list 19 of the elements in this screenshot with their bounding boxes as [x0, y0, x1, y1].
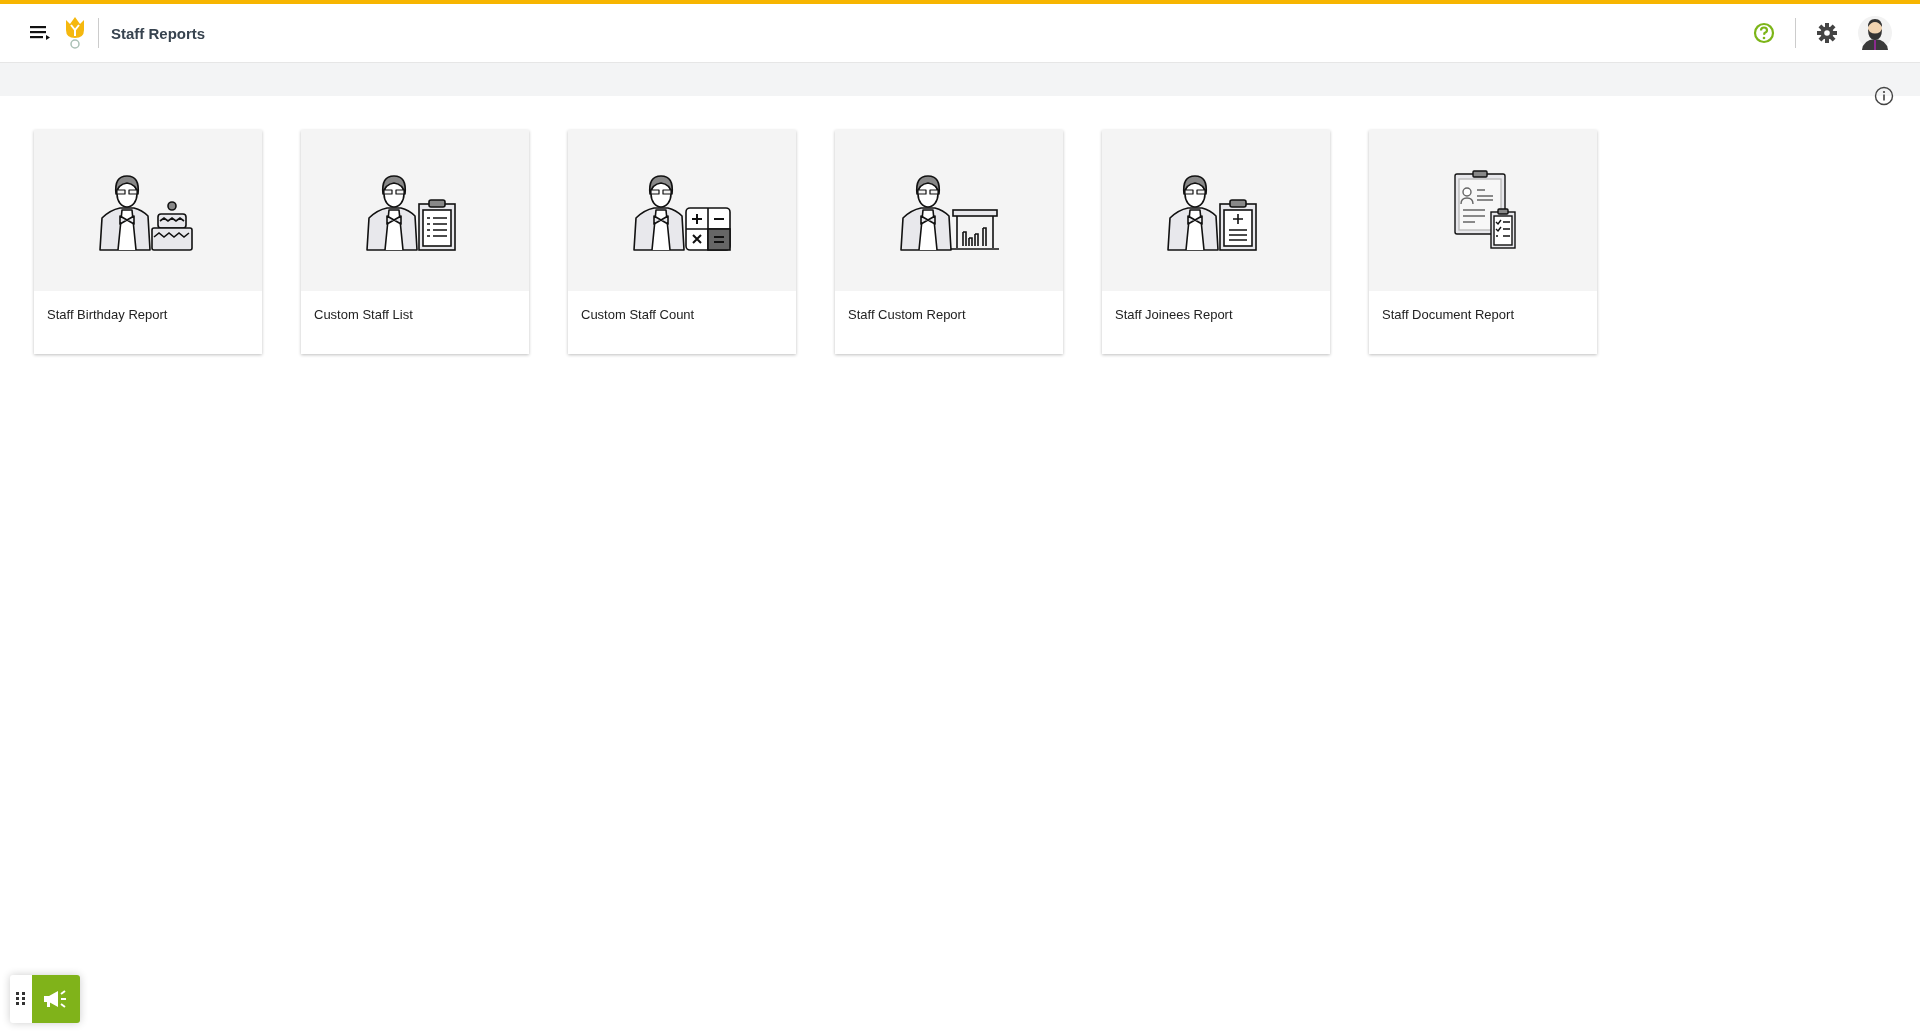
report-card[interactable]: Custom Staff List	[301, 130, 529, 354]
report-title: Custom Staff List	[313, 306, 414, 322]
megaphone-icon	[43, 989, 69, 1009]
menu-icon[interactable]	[28, 24, 52, 42]
report-card[interactable]: Staff Custom Report	[835, 130, 1063, 354]
settings-icon[interactable]	[1814, 20, 1840, 46]
report-title: Staff Joinees Report	[1114, 306, 1234, 322]
report-card[interactable]: Staff Birthday Report	[34, 130, 262, 354]
drag-handle-icon[interactable]	[16, 991, 26, 1007]
report-title: Staff Document Report	[1381, 306, 1515, 322]
report-title: Staff Custom Report	[847, 306, 967, 322]
report-card[interactable]: Staff Joinees Report	[1102, 130, 1330, 354]
user-avatar[interactable]	[1858, 16, 1892, 50]
report-title: Custom Staff Count	[580, 306, 696, 322]
report-card[interactable]: Custom Staff Count	[568, 130, 796, 354]
report-title: Staff Birthday Report	[46, 306, 169, 322]
report-card[interactable]: Staff Document Report	[1369, 130, 1597, 354]
tulip-logo-icon	[64, 16, 86, 50]
page-title: Staff Reports	[111, 24, 206, 42]
